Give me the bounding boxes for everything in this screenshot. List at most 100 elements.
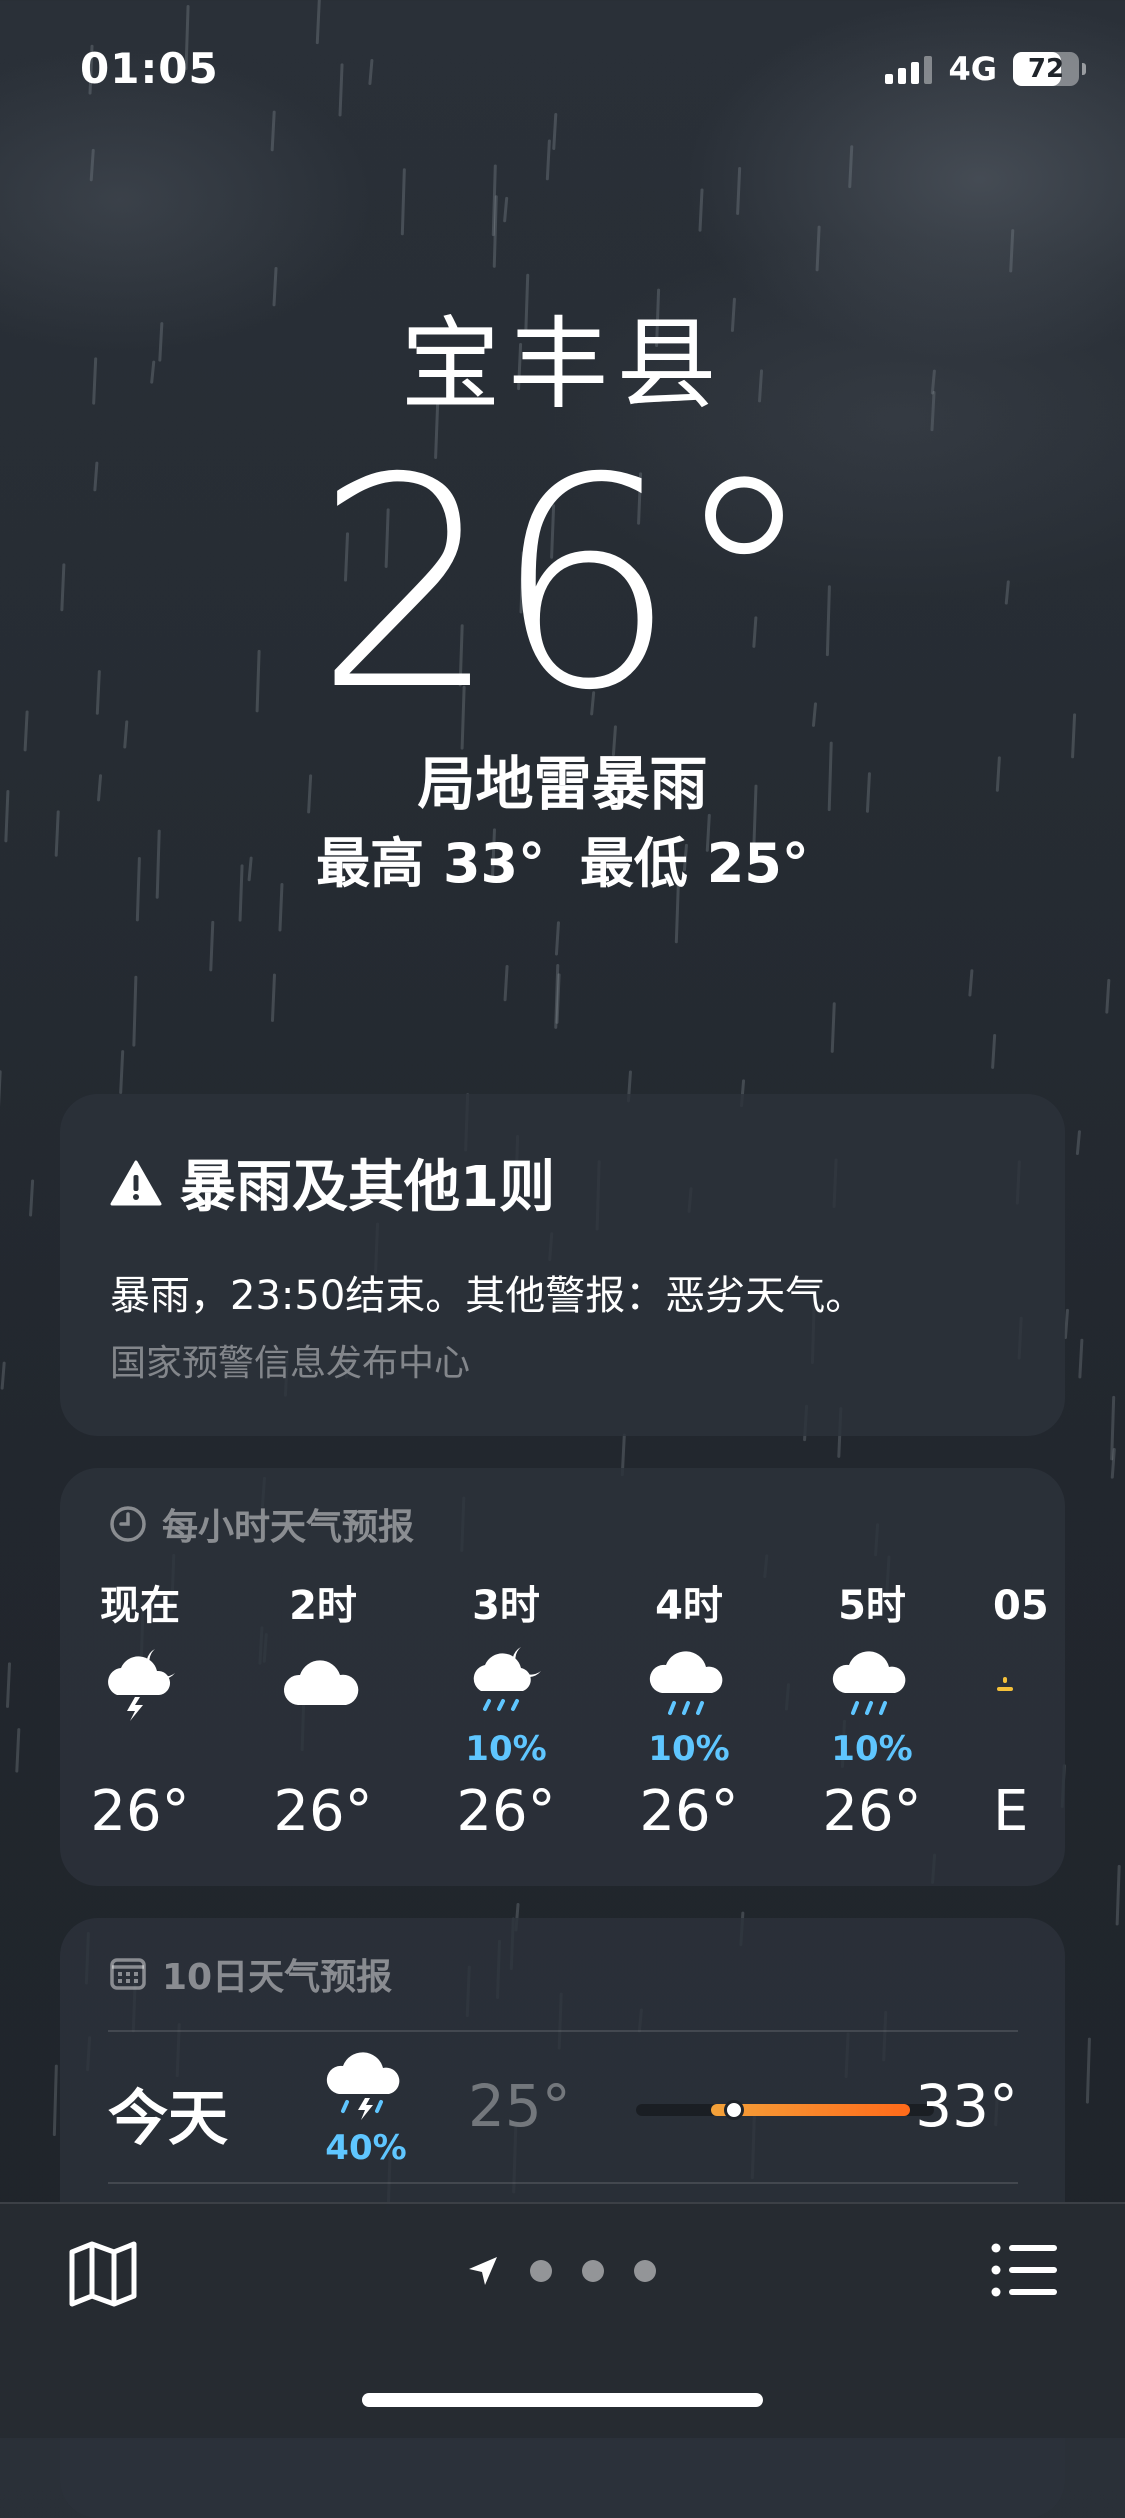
day-low-temperature: 25°	[468, 2072, 571, 2140]
rain-streak	[272, 975, 274, 1020]
hour-temperature: 26°	[792, 1772, 952, 1852]
rain-streak	[505, 966, 507, 999]
hour-temperature: 26°	[609, 1772, 769, 1852]
rain-streak	[970, 971, 972, 995]
rain-streak	[211, 922, 213, 970]
rain-streak	[1065, 1310, 1067, 1337]
hourly-forecast-card[interactable]: 每小时天气预报 现在 26° 2时 26°	[60, 1468, 1065, 1886]
hour-label: 2时	[243, 1578, 403, 1634]
rain-streak	[817, 227, 819, 270]
cellular-signal-icon	[885, 54, 932, 84]
clock-icon	[108, 1504, 148, 1544]
rain-streak	[1117, 1866, 1119, 1924]
hour-label: 5时	[792, 1578, 952, 1634]
divider	[108, 2030, 1018, 2032]
rain-streak	[54, 2066, 56, 2134]
hourly-scroll[interactable]: 现在 26° 2时 26° 3时	[60, 1578, 1065, 1858]
rain-streak	[1112, 1449, 1114, 1477]
hour-temperature: 26°	[60, 1772, 220, 1852]
rain-streak	[402, 170, 404, 234]
hour-precipitation: 10%	[609, 1728, 769, 1770]
rain-streak	[1080, 1340, 1082, 1377]
rain-streak	[494, 197, 496, 267]
current-temperature: 26°	[0, 436, 1125, 736]
rain-streak	[556, 965, 558, 1027]
day-name: 今天	[108, 2070, 228, 2157]
rain-streak	[2, 1363, 4, 1388]
rain-streak	[134, 977, 136, 1045]
rain-streak	[554, 114, 556, 148]
warning-triangle-icon	[110, 1159, 162, 1207]
list-icon[interactable]	[991, 2242, 1057, 2298]
hour-precipitation: 10%	[792, 1728, 952, 1770]
page-dot[interactable]	[582, 2260, 604, 2282]
divider	[108, 2182, 1018, 2184]
rain-streak	[556, 923, 558, 954]
thunder-moon-cloud-icon	[60, 1638, 220, 1728]
rain-streak	[700, 190, 702, 230]
hour-item: 2时 26°	[243, 1578, 403, 1852]
status-bar: 01:05 4G 72	[0, 40, 1125, 100]
hour-label: 3时	[426, 1578, 586, 1634]
rain-streak	[1077, 1132, 1079, 1154]
temperature-range-bar	[636, 2104, 934, 2116]
hour-precipitation	[243, 1728, 403, 1770]
hour-precipitation	[993, 1728, 1065, 1770]
rain-streak	[505, 198, 507, 220]
calendar-icon	[108, 1954, 148, 1994]
high-temperature: 最高 33°	[316, 832, 545, 895]
high-low-temperature: 最高 33° 最低 25°	[0, 824, 1125, 904]
day-high-temperature: 33°	[915, 2072, 1018, 2140]
current-weather: 宝丰县 26° 局地雷暴雨 最高 33° 最低 25°	[0, 300, 1125, 904]
location-arrow-icon[interactable]	[466, 2254, 500, 2288]
rain-streak	[317, 0, 319, 43]
hour-precipitation: 10%	[426, 1728, 586, 1770]
hour-label: 05	[993, 1578, 1065, 1634]
rain-streak	[272, 112, 274, 150]
hour-temperature: E	[993, 1772, 1065, 1852]
rain-streak	[17, 1730, 19, 1771]
status-time: 01:05	[80, 44, 219, 93]
rain-cloud-icon	[792, 1638, 952, 1728]
rain-cloud-icon	[609, 1638, 769, 1728]
hour-item: 现在 26°	[60, 1578, 220, 1852]
moon-rain-cloud-icon	[426, 1638, 586, 1728]
rain-streak	[1011, 231, 1013, 271]
weather-alert-card[interactable]: 暴雨及其他1则 暴雨，23:50结束。其他警报：恶劣天气。 国家预警信息发布中心	[60, 1094, 1065, 1436]
rain-streak	[121, 1052, 123, 1093]
sunrise-icon	[993, 1638, 1065, 1728]
hourly-header: 每小时天气预报	[108, 1498, 414, 1550]
rain-streak	[1087, 2039, 1089, 2102]
status-indicators: 4G 72	[885, 50, 1079, 88]
thunder-rain-cloud-icon: 40%	[316, 2048, 416, 2168]
hour-label: 现在	[60, 1578, 220, 1634]
rain-streak	[738, 168, 740, 213]
rain-streak	[1107, 980, 1109, 1012]
weather-condition: 局地雷暴雨	[0, 744, 1125, 824]
page-indicator[interactable]	[466, 2254, 656, 2288]
hour-item-partial: 05 E	[975, 1578, 1065, 1852]
rain-streak	[993, 1036, 995, 1068]
alert-source: 国家预警信息发布中心	[110, 1334, 470, 1386]
rain-streak	[557, 975, 559, 1022]
low-temperature: 最低 25°	[580, 832, 809, 895]
daily-header: 10日天气预报	[108, 1948, 392, 2000]
hour-precipitation	[60, 1728, 220, 1770]
hour-item: 5时 10% 26°	[792, 1578, 952, 1852]
city-name: 宝丰县	[0, 300, 1125, 430]
rain-streak	[547, 141, 549, 179]
page-dot[interactable]	[634, 2260, 656, 2282]
map-icon[interactable]	[68, 2238, 138, 2308]
day-row-today[interactable]: 今天 40% 25° 33°	[108, 2034, 1018, 2182]
hour-temperature: 26°	[426, 1772, 586, 1852]
current-temperature-dot	[724, 2100, 744, 2120]
daily-title: 10日天气预报	[162, 1948, 392, 2000]
page-dot[interactable]	[530, 2260, 552, 2282]
rain-streak	[1112, 1397, 1114, 1458]
hour-label: 4时	[609, 1578, 769, 1634]
rain-streak	[832, 1004, 834, 1052]
rain-streak	[493, 166, 495, 235]
battery-icon: 72	[1013, 52, 1079, 86]
home-indicator[interactable]	[362, 2393, 763, 2407]
rain-streak	[91, 150, 93, 179]
